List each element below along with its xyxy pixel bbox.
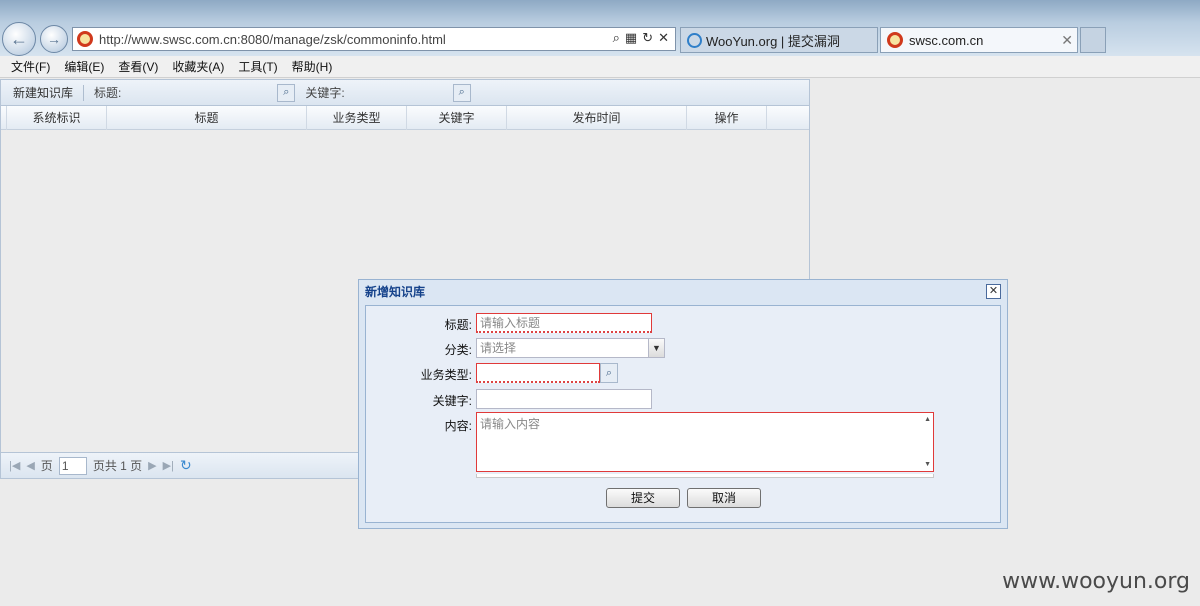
watermark: www.wooyun.org: [1002, 569, 1190, 594]
content-placeholder: 请输入内容: [480, 417, 541, 431]
stop-icon[interactable]: ✕: [658, 30, 669, 46]
close-icon[interactable]: ✕: [986, 284, 1001, 299]
cancel-button[interactable]: 取消: [687, 488, 761, 508]
next-page-icon[interactable]: ▶: [148, 459, 156, 472]
category-select[interactable]: 请选择 ▼: [476, 338, 665, 358]
page-prefix: 页: [40, 459, 53, 473]
new-knowledge-button[interactable]: 新建知识库: [9, 84, 77, 101]
column-header-id[interactable]: 系统标识: [7, 106, 107, 130]
title-filter-field[interactable]: ⌕: [127, 83, 296, 102]
category-field-label: 分类:: [444, 343, 472, 357]
tab-label: WooYun.org | 提交漏洞: [706, 33, 840, 49]
first-page-icon[interactable]: |◀: [9, 459, 20, 472]
tab-swsc[interactable]: swsc.com.cn ✕: [880, 27, 1078, 53]
keyword-field-label: 关键字:: [432, 394, 472, 408]
new-tab-button[interactable]: [1080, 27, 1106, 53]
site-favicon-icon: [887, 32, 903, 48]
forward-button[interactable]: →: [40, 25, 68, 53]
column-header-publish-time[interactable]: 发布时间: [507, 106, 687, 130]
last-page-icon[interactable]: ▶|: [163, 459, 174, 472]
back-button[interactable]: ←: [2, 22, 36, 56]
title-input[interactable]: 请输入标题: [476, 313, 652, 333]
scroll-down-icon[interactable]: ▼: [924, 461, 931, 468]
content-resize-strip: [476, 474, 934, 478]
chevron-down-icon[interactable]: ▼: [648, 339, 664, 357]
search-icon[interactable]: ⌕: [600, 363, 618, 383]
tab-wooyun[interactable]: WooYun.org | 提交漏洞: [680, 27, 878, 53]
title-field-label: 标题:: [444, 318, 472, 332]
content-field-label: 内容:: [444, 419, 472, 433]
compat-view-icon[interactable]: ▦: [625, 30, 637, 46]
site-favicon-icon: [77, 31, 93, 47]
submit-button[interactable]: 提交: [606, 488, 680, 508]
column-header-title[interactable]: 标题: [107, 106, 307, 130]
search-icon[interactable]: ⌕: [452, 83, 471, 102]
tab-close-icon[interactable]: ✕: [1061, 32, 1073, 49]
menu-file[interactable]: 文件(F): [4, 58, 57, 75]
search-icon[interactable]: ⌕: [613, 30, 620, 46]
menu-bar: 文件(F) 编辑(E) 查看(V) 收藏夹(A) 工具(T) 帮助(H): [0, 56, 1200, 78]
toolbar-divider: [83, 84, 85, 101]
browser-chrome: ← → http://www.swsc.com.cn:8080/manage/z…: [0, 0, 1200, 56]
page-total: 页共 1 页: [92, 459, 143, 473]
arrow-left-icon: ←: [10, 28, 28, 49]
biztype-input[interactable]: [476, 363, 600, 383]
scroll-up-icon[interactable]: ▲: [924, 416, 931, 423]
biztype-field-label: 业务类型:: [420, 368, 472, 382]
column-header-biztype[interactable]: 业务类型: [307, 106, 407, 130]
menu-view[interactable]: 查看(V): [111, 58, 165, 75]
column-header-actions[interactable]: 操作: [687, 106, 767, 130]
grid-toolbar: 新建知识库 标题: ⌕ 关键字: ⌕: [1, 80, 809, 106]
address-bar[interactable]: http://www.swsc.com.cn:8080/manage/zsk/c…: [72, 27, 676, 51]
column-header-keyword[interactable]: 关键字: [407, 106, 507, 130]
keyword-filter-field[interactable]: ⌕: [351, 83, 471, 102]
new-knowledge-dialog: 新增知识库 ✕ 标题: 请输入标题 分类: 请选择 ▼ 业务类型: ⌕ 关键字:…: [358, 279, 1008, 529]
menu-favorites[interactable]: 收藏夹(A): [165, 58, 231, 75]
refresh-icon[interactable]: ↻: [642, 30, 653, 46]
refresh-icon[interactable]: ↻: [180, 457, 192, 474]
dialog-title: 新增知识库: [365, 285, 426, 299]
category-selected-value: 请选择: [480, 341, 517, 355]
keyword-filter-label: 关键字:: [305, 86, 345, 100]
search-icon[interactable]: ⌕: [277, 83, 296, 102]
menu-tools[interactable]: 工具(T): [231, 58, 284, 75]
tab-label: swsc.com.cn: [909, 32, 984, 48]
dialog-form: 标题: 请输入标题 分类: 请选择 ▼ 业务类型: ⌕ 关键字: 内容: 请输入…: [365, 305, 1001, 523]
menu-help[interactable]: 帮助(H): [285, 58, 340, 75]
arrow-right-icon: →: [47, 31, 61, 47]
grid-header: 系统标识 标题 业务类型 关键字 发布时间 操作: [1, 106, 809, 130]
title-filter-label: 标题:: [94, 86, 122, 100]
address-url[interactable]: http://www.swsc.com.cn:8080/manage/zsk/c…: [99, 32, 446, 47]
page-number-input[interactable]: 1: [58, 456, 87, 475]
ie-icon: [687, 32, 702, 48]
prev-page-icon[interactable]: ◀: [26, 459, 34, 472]
content-textarea[interactable]: 请输入内容 ▲ ▼: [476, 412, 934, 472]
keyword-input[interactable]: [476, 389, 652, 409]
menu-edit[interactable]: 编辑(E): [57, 58, 111, 75]
